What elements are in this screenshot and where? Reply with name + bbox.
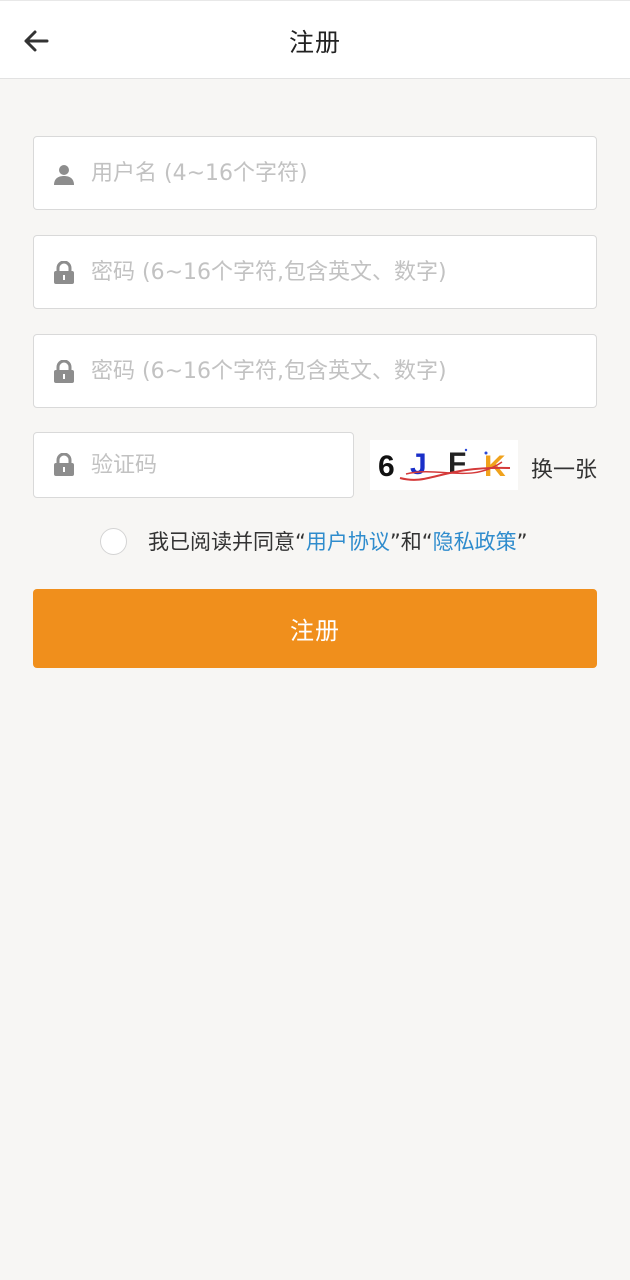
- captcha-image[interactable]: 6 J F K: [370, 440, 518, 490]
- agreement-checkbox[interactable]: [100, 527, 127, 555]
- lock-icon: [54, 360, 74, 383]
- agreement-text: 我已阅读并同意“用户协议”和“隐私政策”: [148, 526, 528, 556]
- lock-icon: [54, 453, 74, 476]
- password-confirm-field[interactable]: [33, 334, 597, 408]
- user-icon: [54, 165, 74, 185]
- lock-icon: [54, 261, 74, 284]
- username-input[interactable]: [91, 137, 586, 209]
- captcha-field[interactable]: [33, 432, 354, 498]
- privacy-policy-link[interactable]: 隐私政策: [433, 530, 517, 554]
- captcha-input[interactable]: [91, 433, 343, 497]
- refresh-captcha-button[interactable]: 换一张: [531, 452, 597, 484]
- agreement-row: 我已阅读并同意“用户协议”和“隐私政策”: [100, 527, 528, 555]
- page-title: 注册: [288, 28, 341, 57]
- captcha-noise-dot: [484, 451, 488, 455]
- password-confirm-input[interactable]: [91, 335, 586, 407]
- captcha-noise-dot: [464, 448, 468, 452]
- agreement-prefix: 我已阅读并同意“: [148, 530, 306, 554]
- password-field[interactable]: [33, 235, 597, 309]
- username-field[interactable]: [33, 136, 597, 210]
- user-agreement-link[interactable]: 用户协议: [306, 530, 390, 554]
- top-bar: 注册: [0, 0, 630, 79]
- register-button[interactable]: 注册: [33, 589, 597, 668]
- password-input[interactable]: [91, 236, 586, 308]
- captcha-char: F: [448, 447, 466, 480]
- captcha-char: J: [410, 448, 427, 481]
- agreement-suffix: ”: [516, 530, 528, 554]
- captcha-char: 6: [378, 450, 395, 483]
- agreement-middle: ”和“: [389, 530, 433, 554]
